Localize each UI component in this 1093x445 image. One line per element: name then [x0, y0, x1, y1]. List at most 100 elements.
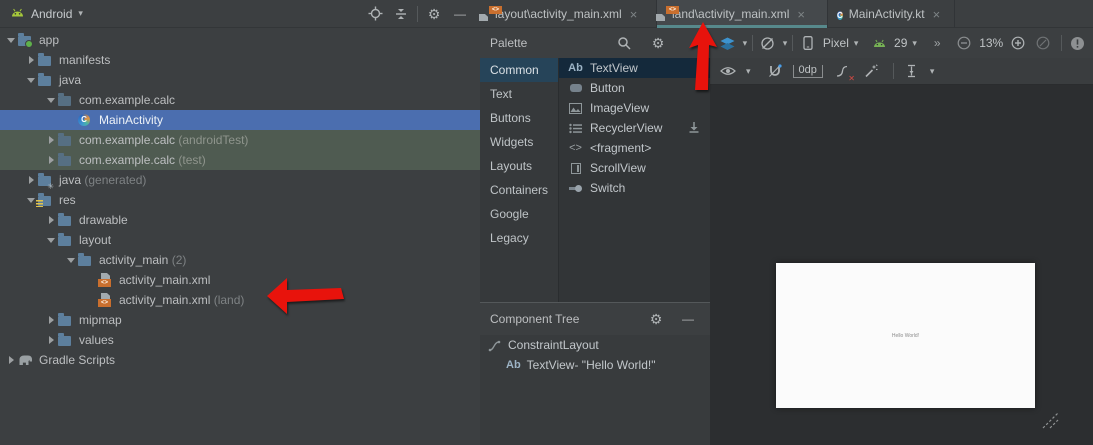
- locate-file-button[interactable]: [365, 4, 385, 24]
- default-margin-control[interactable]: 0dp: [793, 65, 823, 78]
- tree-item-java-generated[interactable]: java (generated): [0, 170, 480, 190]
- palette-category-common[interactable]: Common: [480, 58, 558, 82]
- close-tab-icon[interactable]: ×: [630, 7, 638, 22]
- toolbar-overflow-chevrons[interactable]: »: [934, 36, 940, 50]
- expand-arrow-icon[interactable]: [4, 30, 18, 50]
- chevron-down-icon[interactable]: ▾: [78, 9, 83, 18]
- chevron-down-icon[interactable]: ▾: [783, 39, 788, 48]
- palette-item-switch[interactable]: Switch: [559, 178, 710, 198]
- palette-header: Palette ⚙: [480, 28, 710, 58]
- folder-icon: [38, 72, 55, 88]
- project-tree: app manifests java com.example.calc Main…: [0, 30, 480, 370]
- tree-item-java[interactable]: java: [0, 70, 480, 90]
- palette-category-containers[interactable]: Containers: [480, 178, 558, 202]
- package-folder-icon: [58, 92, 75, 108]
- tab-land-activity-main[interactable]: <> land\activity_main.xml ×: [657, 0, 828, 28]
- tree-item-mainactivity[interactable]: MainActivity: [0, 110, 480, 130]
- expand-arrow-icon[interactable]: [64, 250, 78, 270]
- collapse-arrow-icon[interactable]: [44, 130, 58, 150]
- palette-item-imageview[interactable]: ImageView: [559, 98, 710, 118]
- expand-arrow-icon[interactable]: [44, 90, 58, 110]
- design-surface-layers-icon[interactable]: [718, 33, 738, 53]
- component-tree: ConstraintLayout Ab TextView- "Hello Wor…: [480, 335, 710, 445]
- tree-item-values[interactable]: values: [0, 330, 480, 350]
- tree-item-layout[interactable]: layout: [0, 230, 480, 250]
- tree-item-package[interactable]: com.example.calc: [0, 90, 480, 110]
- tree-item-mipmap[interactable]: mipmap: [0, 310, 480, 330]
- collapse-all-button[interactable]: [391, 4, 411, 24]
- palette-category-layouts[interactable]: Layouts: [480, 154, 558, 178]
- kotlin-class-icon: [78, 112, 95, 128]
- device-selector[interactable]: Pixel: [823, 36, 849, 50]
- palette-category-text[interactable]: Text: [480, 82, 558, 106]
- component-constraintlayout[interactable]: ConstraintLayout: [480, 335, 710, 355]
- zoom-in-icon[interactable]: [1008, 33, 1028, 53]
- api-level-selector[interactable]: 29: [894, 36, 907, 50]
- chevron-down-icon[interactable]: ▾: [930, 67, 935, 76]
- palette-settings-gear-icon[interactable]: ⚙: [648, 33, 668, 53]
- device-phone-icon[interactable]: [798, 33, 818, 53]
- zoom-out-icon[interactable]: [955, 33, 975, 53]
- palette-category-legacy[interactable]: Legacy: [480, 226, 558, 250]
- view-options-eye-icon[interactable]: [718, 61, 738, 81]
- infer-constraints-wand-icon[interactable]: [861, 61, 881, 81]
- chevron-down-icon[interactable]: ▾: [743, 39, 748, 48]
- tree-item-package-androidtest[interactable]: com.example.calc (androidTest): [0, 130, 480, 150]
- component-textview[interactable]: Ab TextView- "Hello World!": [480, 355, 710, 375]
- palette-item-textview[interactable]: Ab TextView: [559, 58, 710, 78]
- hide-panel-button[interactable]: —: [450, 4, 470, 24]
- tab-mainactivity-kt[interactable]: MainActivity.kt ×: [828, 0, 955, 28]
- component-tree-gear-icon[interactable]: ⚙: [646, 309, 666, 329]
- tree-item-activity-main-xml-land[interactable]: <> activity_main.xml (land): [0, 290, 480, 310]
- collapse-arrow-icon[interactable]: [4, 350, 18, 370]
- tree-item-drawable[interactable]: drawable: [0, 210, 480, 230]
- tree-item-res[interactable]: res: [0, 190, 480, 210]
- resize-handle[interactable]: [1040, 410, 1060, 430]
- clear-constraints-icon[interactable]: ✕: [833, 61, 853, 81]
- expand-arrow-icon[interactable]: [44, 230, 58, 250]
- collapse-arrow-icon[interactable]: [44, 210, 58, 230]
- palette-category-widgets[interactable]: Widgets: [480, 130, 558, 154]
- zoom-to-fit-icon[interactable]: [1033, 33, 1053, 53]
- device-screen-preview[interactable]: Hello World!: [776, 263, 1035, 408]
- close-tab-icon[interactable]: ×: [797, 7, 805, 22]
- collapse-arrow-icon[interactable]: [24, 170, 38, 190]
- expand-arrow-icon[interactable]: [24, 70, 38, 90]
- kotlin-class-icon: [837, 7, 843, 22]
- palette-category-google[interactable]: Google: [480, 202, 558, 226]
- collapse-arrow-icon[interactable]: [44, 150, 58, 170]
- tree-item-package-test[interactable]: com.example.calc (test): [0, 150, 480, 170]
- tree-item-gradle-scripts[interactable]: Gradle Scripts: [0, 350, 480, 370]
- collapse-arrow-icon[interactable]: [44, 330, 58, 350]
- collapse-arrow-icon[interactable]: [24, 50, 38, 70]
- component-tree-minimize-icon[interactable]: —: [678, 309, 698, 329]
- chevron-down-icon[interactable]: ▾: [912, 39, 917, 48]
- palette-item-recyclerview[interactable]: RecyclerView: [559, 118, 710, 138]
- pack-align-icon[interactable]: [902, 61, 922, 81]
- palette-category-buttons[interactable]: Buttons: [480, 106, 558, 130]
- palette-item-fragment[interactable]: <> <fragment>: [559, 138, 710, 158]
- tree-item-activity-main-xml[interactable]: <> activity_main.xml: [0, 270, 480, 290]
- palette-search-icon[interactable]: [614, 33, 634, 53]
- project-view-selector[interactable]: Android: [31, 7, 72, 21]
- design-surface[interactable]: Hello World!: [710, 85, 1093, 445]
- tab-layout-activity-main[interactable]: <> layout\activity_main.xml ×: [480, 0, 657, 28]
- tree-item-manifests[interactable]: manifests: [0, 50, 480, 70]
- chevron-down-icon[interactable]: ▾: [746, 67, 751, 76]
- orientation-icon[interactable]: [758, 33, 778, 53]
- project-panel-header: Android ▾ ⚙ —: [0, 0, 480, 28]
- issue-indicator-icon[interactable]: [1067, 33, 1087, 53]
- download-icon[interactable]: [688, 121, 700, 133]
- close-tab-icon[interactable]: ×: [933, 7, 941, 22]
- autoconnect-magnet-icon[interactable]: [765, 61, 785, 81]
- design-toolbar: ▾ ▾ Pixel ▾ 29 ▾ » 13%: [710, 28, 1093, 58]
- zoom-level: 13%: [979, 36, 1003, 50]
- palette-item-scrollview[interactable]: ScrollView: [559, 158, 710, 178]
- chevron-down-icon[interactable]: ▾: [854, 39, 859, 48]
- api-android-icon[interactable]: [869, 33, 889, 53]
- collapse-arrow-icon[interactable]: [44, 310, 58, 330]
- tree-item-app[interactable]: app: [0, 30, 480, 50]
- panel-settings-gear-icon[interactable]: ⚙: [424, 4, 444, 24]
- palette-item-button[interactable]: Button: [559, 78, 710, 98]
- tree-item-activity-main-group[interactable]: activity_main (2): [0, 250, 480, 270]
